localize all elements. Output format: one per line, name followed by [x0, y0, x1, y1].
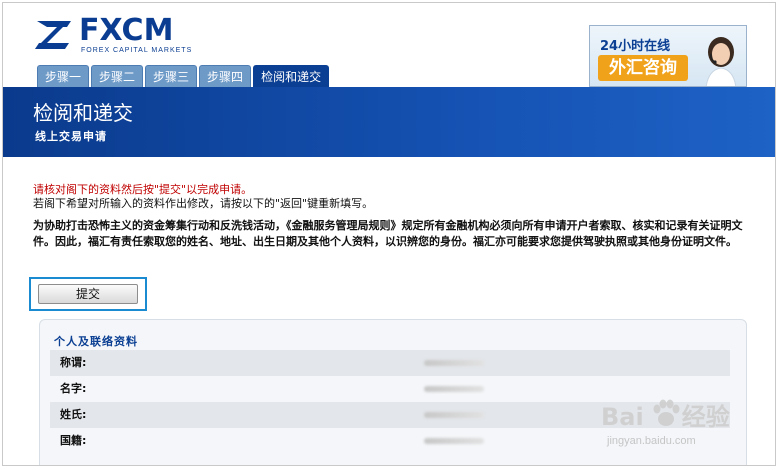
info-label: 姓氏: [60, 408, 87, 421]
page-banner: 检阅和递交 线上交易申请 [3, 87, 775, 157]
fxcm-logo[interactable]: FXCM FOREX CAPITAL MARKETS [33, 13, 193, 57]
compliance-notice: 为协助打击恐怖主义的资金筹集行动和反洗钱活动，《金融服务管理局规则》规定所有金融… [33, 219, 743, 248]
edit-instruction: 若阁下希望对所输入的资料作出修改，请按以下的"返回"键重新填写。 [33, 197, 374, 210]
tab-step-1[interactable]: 步骤一 [37, 65, 90, 87]
info-row-title: 称谓: [50, 350, 730, 376]
info-label: 称谓: [60, 356, 87, 369]
page-title: 检阅和递交 [33, 101, 133, 125]
info-label: 国籍: [60, 434, 87, 447]
submit-button[interactable]: 提交 [38, 284, 138, 304]
info-value-redacted [424, 438, 484, 444]
paw-icon [653, 399, 680, 426]
submit-highlight: 提交 [29, 277, 147, 311]
logo-wordmark: FXCM [79, 13, 174, 48]
tab-step-4[interactable]: 步骤四 [199, 65, 252, 87]
baidu-jingyan-watermark: Bai 经验 jingyan.baidu.com [593, 389, 763, 461]
application-page: FXCM FOREX CAPITAL MARKETS 步骤一 步骤二 步骤三 步… [2, 2, 776, 466]
panel-title: 个人及联络资料 [54, 335, 138, 348]
promo-hours-text: 24小时在线 [600, 39, 671, 54]
online-consult-banner[interactable]: 24小时在线 外汇咨询 [589, 25, 747, 87]
tab-step-3[interactable]: 步骤三 [145, 65, 198, 87]
page-subtitle: 线上交易申请 [35, 130, 107, 143]
tab-review-submit[interactable]: 检阅和递交 [253, 65, 330, 87]
support-agent-icon [705, 37, 737, 86]
tab-step-2[interactable]: 步骤二 [91, 65, 144, 87]
logo-tagline: FOREX CAPITAL MARKETS [81, 47, 193, 54]
info-value-redacted [424, 360, 484, 366]
info-label: 名字: [60, 382, 87, 395]
step-tabs: 步骤一 步骤二 步骤三 步骤四 检阅和递交 [37, 65, 331, 87]
fxcm-swoosh-icon [35, 21, 71, 49]
watermark-url: jingyan.baidu.com [607, 435, 696, 447]
info-value-redacted [424, 386, 484, 392]
info-value-redacted [424, 412, 484, 418]
promo-consult-text: 外汇咨询 [598, 55, 688, 81]
